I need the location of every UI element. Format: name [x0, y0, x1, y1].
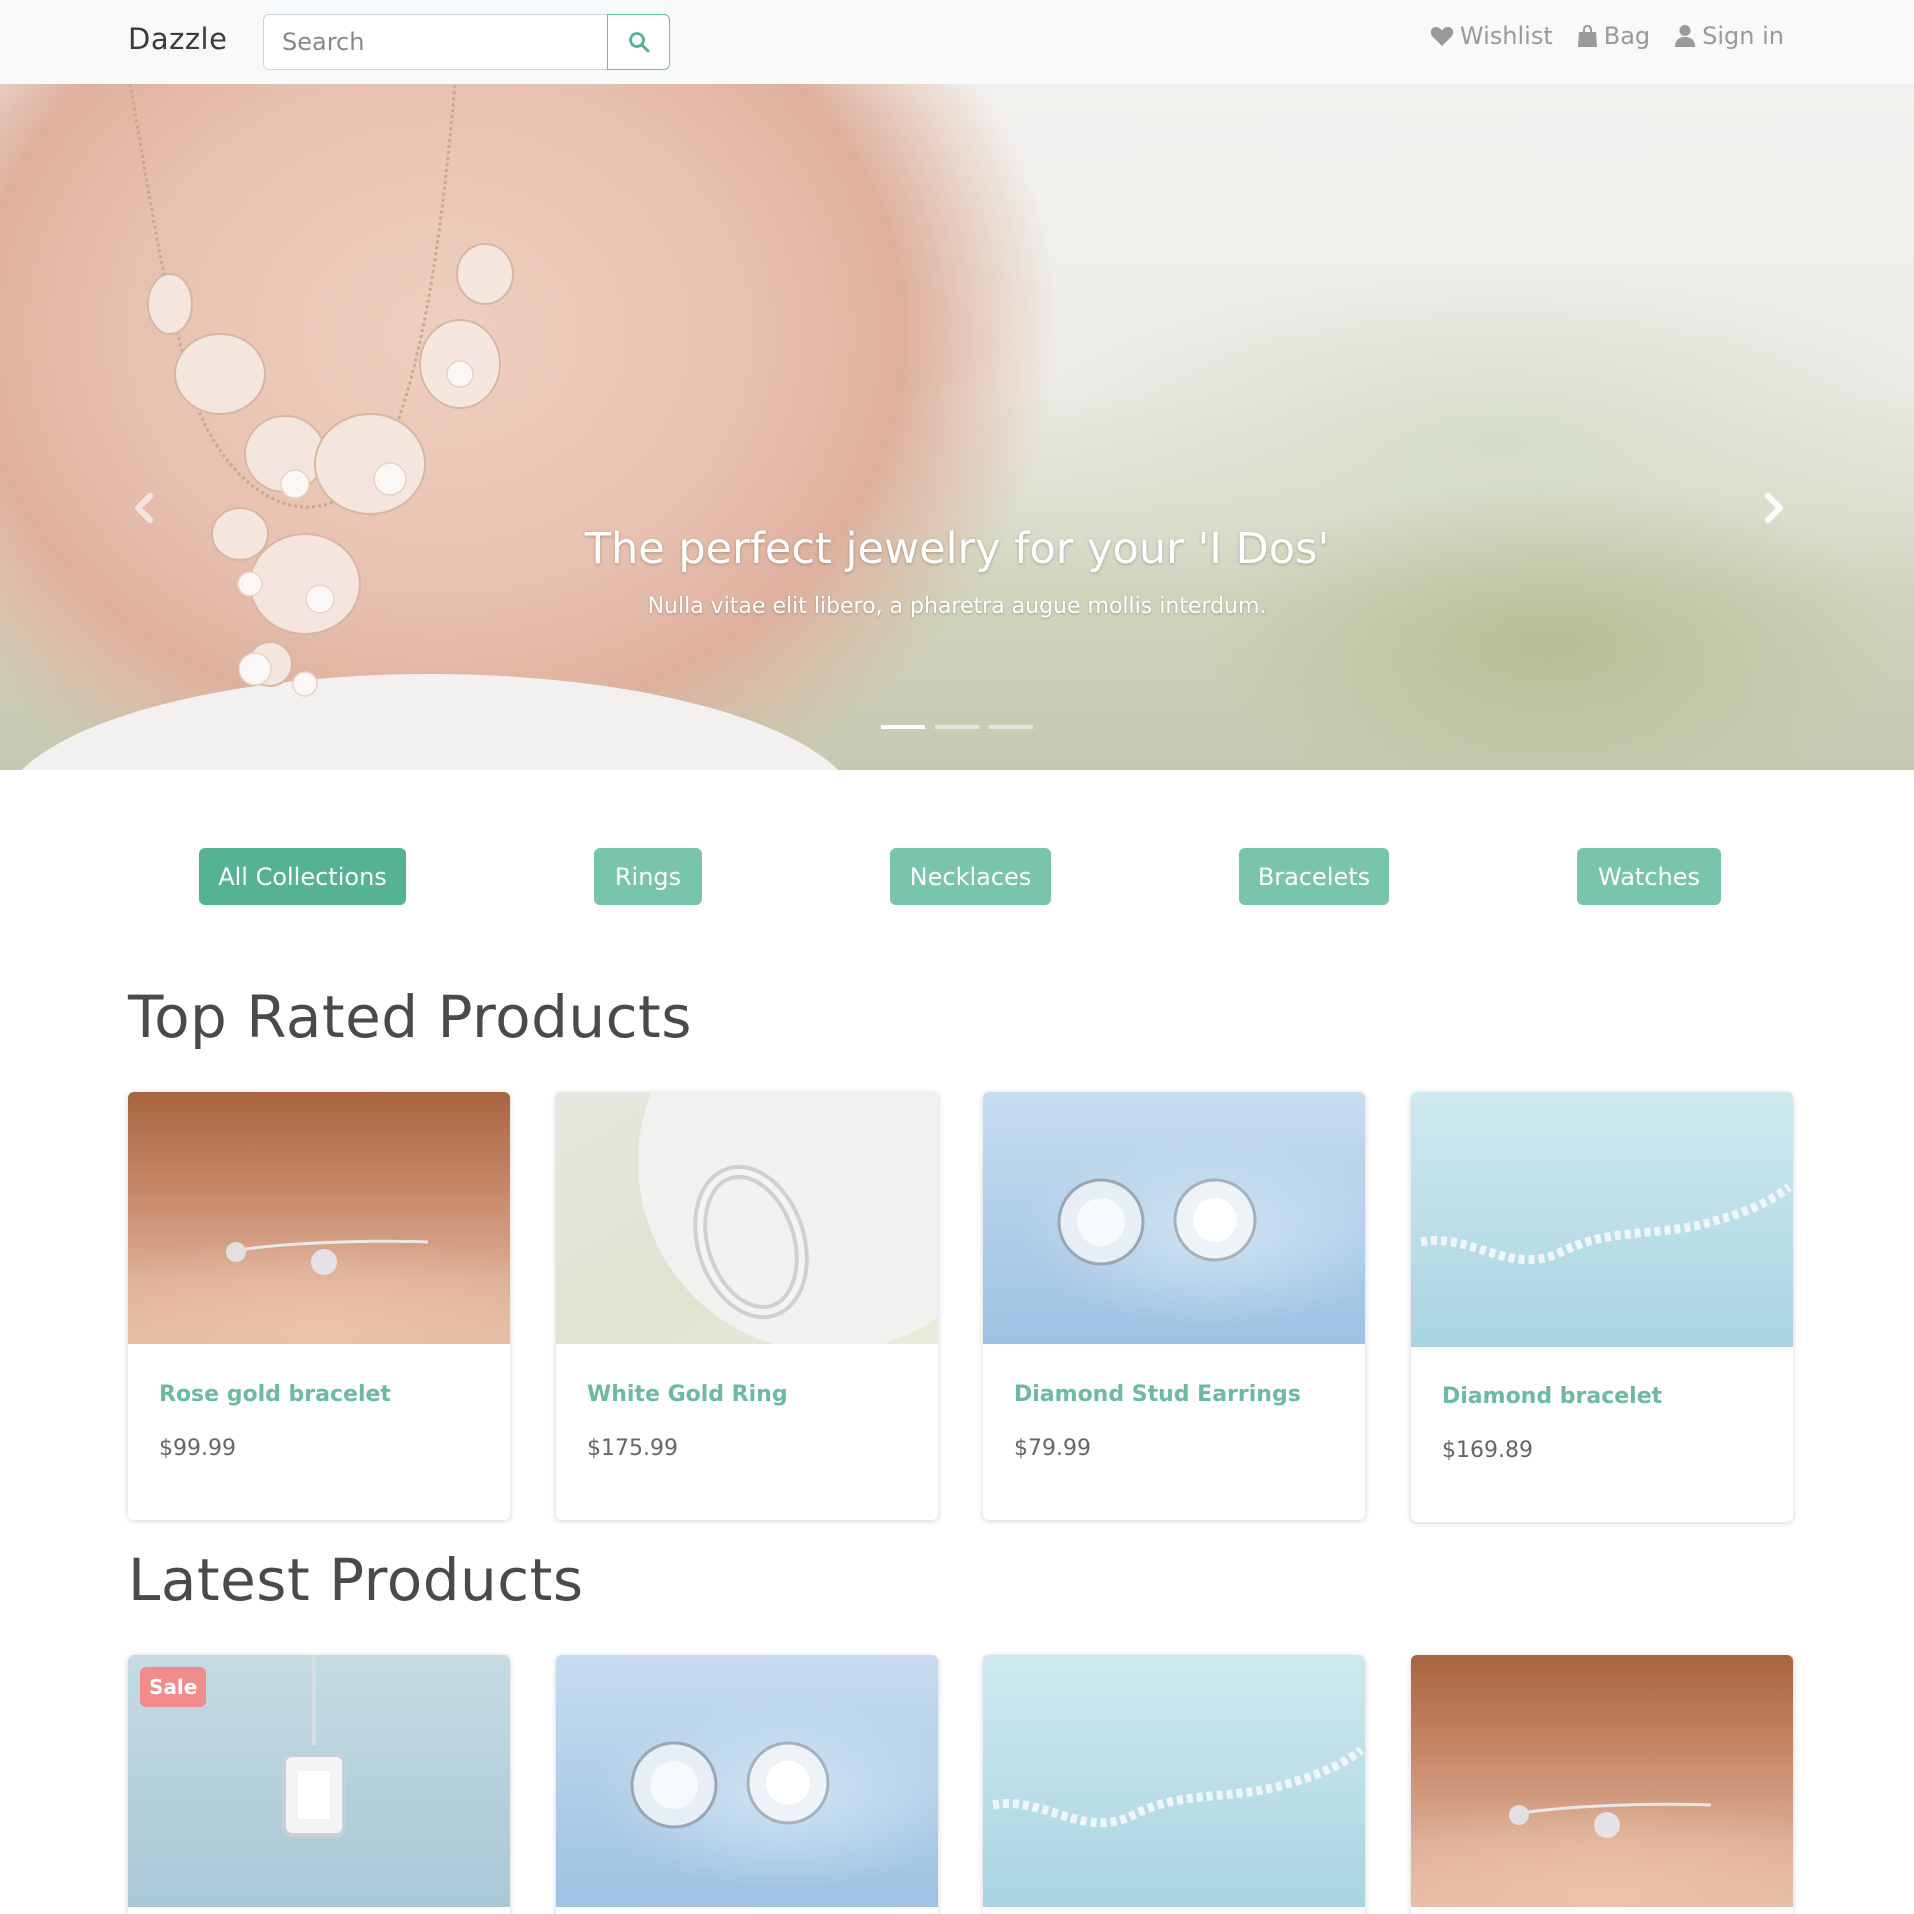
product-name[interactable]: Diamond Stud Earrings — [1014, 1382, 1301, 1407]
product-name[interactable]: Diamond bracelet — [1442, 1384, 1662, 1409]
search-button[interactable] — [607, 14, 670, 70]
product-image[interactable] — [1411, 1092, 1793, 1347]
product-card[interactable]: Diamond bracelet $169.89 — [1411, 1092, 1793, 1522]
carousel-next-button[interactable] — [1758, 488, 1790, 528]
search-input[interactable] — [263, 14, 608, 70]
hero-title: The perfect jewelry for your 'I Dos' — [584, 524, 1330, 574]
product-name[interactable]: Rose gold bracelet — [159, 1382, 391, 1407]
product-price: $99.99 — [159, 1436, 236, 1461]
category-necklaces-button[interactable]: Necklaces — [890, 848, 1051, 905]
sign-in-label: Sign in — [1702, 22, 1784, 50]
latest-title: Latest Products — [128, 1546, 584, 1614]
search-icon — [628, 32, 649, 53]
carousel-indicator-3[interactable] — [989, 725, 1033, 729]
product-card[interactable]: Diamond Stud Earrings $79.99 — [983, 1092, 1365, 1520]
bag-link[interactable]: Bag — [1577, 22, 1650, 50]
sale-badge: Sale — [140, 1667, 207, 1707]
product-name[interactable]: White Gold Ring — [587, 1382, 788, 1407]
brand-logo[interactable]: Dazzle — [128, 22, 227, 56]
wishlist-link[interactable]: Wishlist — [1430, 22, 1553, 50]
carousel-prev-button[interactable] — [128, 488, 160, 528]
carousel-indicator-2[interactable] — [935, 725, 979, 729]
bag-label: Bag — [1603, 22, 1651, 50]
hero-carousel: The perfect jewelry for your 'I Dos' Nul… — [0, 84, 1914, 770]
category-all-collections-button[interactable]: All Collections — [199, 848, 406, 905]
product-card[interactable] — [556, 1655, 938, 1914]
product-price: $79.99 — [1014, 1436, 1091, 1461]
chevron-left-icon — [135, 493, 153, 523]
heart-icon — [1430, 27, 1454, 46]
top-rated-title: Top Rated Products — [128, 983, 692, 1051]
carousel-indicator-1[interactable] — [881, 725, 925, 729]
product-image[interactable] — [1411, 1655, 1793, 1907]
product-card[interactable] — [983, 1655, 1365, 1914]
product-card[interactable] — [1411, 1655, 1793, 1914]
bag-icon — [1577, 25, 1597, 47]
product-image[interactable] — [128, 1092, 510, 1344]
category-watches-button[interactable]: Watches — [1577, 848, 1721, 905]
user-icon — [1675, 25, 1696, 47]
category-rings-button[interactable]: Rings — [594, 848, 702, 905]
product-card[interactable]: White Gold Ring $175.99 — [556, 1092, 938, 1520]
hero-subtitle: Nulla vitae elit libero, a pharetra augu… — [647, 594, 1267, 619]
product-image[interactable] — [556, 1092, 938, 1344]
nav-links: Wishlist Bag Sign in — [1430, 22, 1784, 50]
chevron-right-icon — [1765, 493, 1783, 523]
navbar: Dazzle Wishlist Bag Sign in — [0, 0, 1914, 84]
product-card[interactable]: Sale — [128, 1655, 510, 1914]
product-card[interactable]: Rose gold bracelet $99.99 — [128, 1092, 510, 1520]
sign-in-link[interactable]: Sign in — [1674, 22, 1784, 50]
category-bracelets-button[interactable]: Bracelets — [1239, 848, 1389, 905]
carousel-indicators — [0, 725, 1914, 729]
product-image[interactable] — [983, 1092, 1365, 1344]
product-image[interactable] — [983, 1655, 1365, 1907]
wishlist-label: Wishlist — [1459, 22, 1553, 50]
product-image[interactable] — [556, 1655, 938, 1907]
product-image[interactable]: Sale — [128, 1655, 510, 1907]
product-price: $169.89 — [1442, 1438, 1533, 1463]
product-price: $175.99 — [587, 1436, 678, 1461]
hero-necklace-image — [128, 84, 514, 697]
